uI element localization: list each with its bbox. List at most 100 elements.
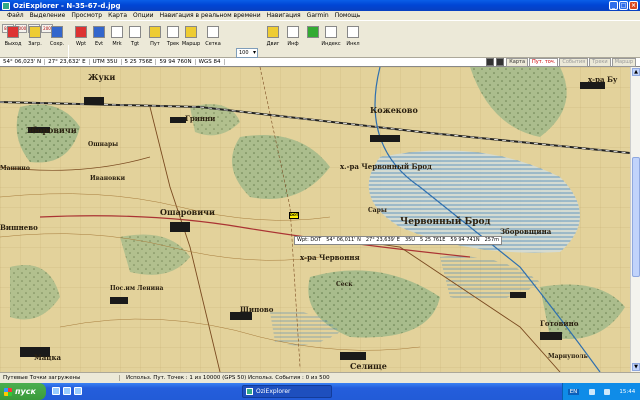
waypoint-northing: 59 94 741N xyxy=(450,237,480,243)
vertical-scrollbar[interactable]: ▲ ▼ xyxy=(630,67,640,372)
menu-navigation[interactable]: Навигация xyxy=(264,12,304,19)
language-indicator[interactable]: EN xyxy=(567,388,580,395)
menu-options[interactable]: Опции xyxy=(130,12,157,19)
menu-selection[interactable]: Выделение xyxy=(27,12,69,19)
menu-garmin[interactable]: Garmin xyxy=(304,12,332,19)
system-tray: EN 15:44 xyxy=(562,383,640,400)
map-label: Сеск xyxy=(336,281,353,288)
menu-help[interactable]: Помощь xyxy=(332,12,364,19)
path-button[interactable]: Маршр xyxy=(182,25,200,55)
menu-file[interactable]: Файл xyxy=(4,12,27,19)
toggle-button[interactable] xyxy=(496,58,505,66)
status-message: Путевые Точки загружены xyxy=(0,375,120,381)
target-button[interactable]: Tgt xyxy=(126,25,144,55)
latitude-readout: 54° 06,023' N xyxy=(0,59,46,65)
map-label: Селище xyxy=(350,361,387,371)
toggle-button[interactable] xyxy=(486,58,495,66)
map-label: Кожеково xyxy=(370,105,418,115)
window-title: OziExplorer - N-35-67-d.jpg xyxy=(13,1,121,10)
close-button[interactable]: × xyxy=(629,1,638,10)
move-icon xyxy=(267,26,279,38)
tab-waypoints[interactable]: Пут. точ. xyxy=(529,58,559,67)
map-canvas[interactable]: Жуки Зборовичи Гринни Кожеково Ошнары х.… xyxy=(0,67,630,372)
map-label: Шипово xyxy=(240,305,274,314)
waypoint-lon: 27° 23,639' E xyxy=(365,237,400,243)
track-icon xyxy=(167,26,179,38)
grid-icon xyxy=(207,26,219,38)
index-icon xyxy=(325,26,337,38)
include-icon xyxy=(347,26,359,38)
minimize-button[interactable]: _ xyxy=(609,1,618,10)
map-label: Готовино xyxy=(540,319,579,328)
menu-view[interactable]: Просмотр xyxy=(68,12,105,19)
datum-readout: WGS 84 xyxy=(196,59,225,65)
scroll-down-arrow[interactable]: ▼ xyxy=(632,363,640,371)
toolbar: 800 1000 500 200 Выход Загр. Сохр. Wpt E… xyxy=(0,20,640,73)
app-icon xyxy=(2,1,10,10)
scroll-thumb[interactable] xyxy=(632,157,640,277)
arrows-icon xyxy=(307,26,319,38)
quick-launch-icon[interactable] xyxy=(63,387,71,395)
info-icon xyxy=(287,26,299,38)
maximize-button[interactable]: □ xyxy=(619,1,628,10)
tab-map[interactable]: Карта xyxy=(506,58,529,67)
waypoint-icon xyxy=(75,26,87,38)
menu-realtime-nav[interactable]: Навигация в реальном времени xyxy=(157,12,264,19)
move-button[interactable]: Двиг xyxy=(264,25,282,55)
map-label: Зборовщина xyxy=(500,227,552,236)
taskbar: пуск OziExplorer EN 15:44 xyxy=(0,383,640,400)
map-label: Марнуполь xyxy=(548,353,588,360)
taskbar-item-oziexplorer[interactable]: OziExplorer xyxy=(242,385,332,398)
waypoint-button[interactable]: Wpt xyxy=(72,25,90,55)
map-label: Жуки xyxy=(88,72,116,82)
waypoint-zone: 35U xyxy=(404,237,415,243)
menu-map[interactable]: Карта xyxy=(105,12,130,19)
map-label: Сары xyxy=(368,207,387,214)
exit-icon xyxy=(7,26,19,38)
mark-button[interactable]: Mrk xyxy=(108,25,126,55)
utm-zone: UTM 35U xyxy=(90,59,122,65)
waypoint-altitude: 257m xyxy=(484,237,500,243)
info-button[interactable]: Инф xyxy=(284,25,302,55)
mark-icon xyxy=(111,26,123,38)
target-icon xyxy=(129,26,141,38)
save-button[interactable]: Сохр. xyxy=(48,25,66,55)
map-label: Ошнары xyxy=(88,141,119,148)
scroll-up-arrow[interactable]: ▲ xyxy=(632,68,640,76)
window-controls: _ □ × xyxy=(609,1,638,10)
map-label: Машино xyxy=(0,165,30,172)
quick-launch-icon[interactable] xyxy=(52,387,60,395)
index-button[interactable]: Индекс xyxy=(321,25,341,55)
clock: 15:44 xyxy=(619,388,636,395)
map-label: Пос.им Ленина xyxy=(110,285,164,292)
include-button[interactable]: Инкл xyxy=(344,25,362,55)
grid-button[interactable]: Сетка xyxy=(204,25,222,55)
event-icon xyxy=(93,26,105,38)
waypoint-marker[interactable]: DOT xyxy=(289,212,299,219)
waypoint-info-popup: Wpt: DOT 54° 06,011' N 27° 23,639' E 35U… xyxy=(294,236,503,245)
start-button[interactable]: пуск xyxy=(0,383,46,400)
track-button[interactable]: Трек xyxy=(164,25,182,55)
map-label: Мацка xyxy=(34,353,62,362)
event-button[interactable]: Evt xyxy=(90,25,108,55)
save-icon xyxy=(51,26,63,38)
nav-arrows-button[interactable] xyxy=(304,25,322,55)
map-label: Вишнево xyxy=(0,223,38,232)
northing-readout: 59 94 760N xyxy=(156,59,196,65)
tab-tracks[interactable]: Треки xyxy=(589,58,611,67)
tab-events[interactable]: События xyxy=(559,58,589,67)
exit-button[interactable]: Выход xyxy=(4,25,22,55)
load-icon xyxy=(29,26,41,38)
longitude-readout: 27° 23,632' E xyxy=(45,59,90,65)
zoom-select[interactable]: 100 xyxy=(236,48,258,58)
tray-icon[interactable] xyxy=(604,388,611,395)
quick-launch xyxy=(52,387,82,395)
map-graphics xyxy=(0,67,630,372)
tab-routes[interactable]: Маршр xyxy=(611,58,636,67)
quick-launch-icon[interactable] xyxy=(74,387,82,395)
map-label: х-ра Червоння xyxy=(300,253,360,262)
waypoint-lat: 54° 06,011' N xyxy=(326,237,361,243)
route-button[interactable]: Пут xyxy=(146,25,164,55)
tray-icon[interactable] xyxy=(588,388,595,395)
load-button[interactable]: Загр. xyxy=(26,25,44,55)
